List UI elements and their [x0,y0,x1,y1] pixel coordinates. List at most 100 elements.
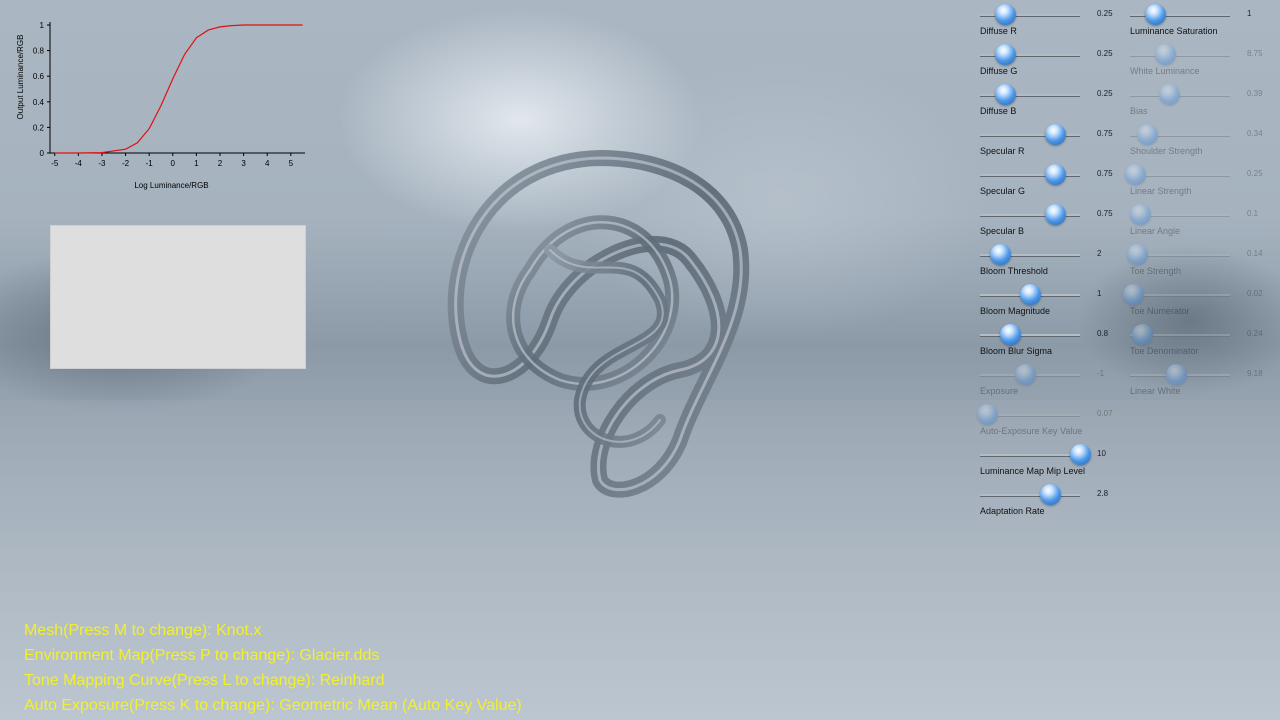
slider-label: Bias [1130,106,1148,116]
slider-thumb[interactable] [995,44,1016,65]
slider-thumb[interactable] [1000,324,1021,345]
slider-adaptation-rate[interactable]: 2.8 Adaptation Rate [980,482,1130,522]
slider-label: Linear Strength [1130,186,1192,196]
slider-linear-white[interactable]: 9.18 Linear White [1130,362,1280,402]
slider-track[interactable] [1130,94,1230,97]
tone-mapping-chart-svg: -5 -4 -3 -2 -1 0 1 2 3 4 5 0 0.2 0.4 0.6 0.8 1 Log Lumina… [16,21,305,190]
slider-thumb[interactable] [1045,204,1066,225]
slider-specular-g[interactable]: 0.75 Specular G [980,162,1130,202]
slider-value: 9.18 [1247,369,1263,378]
slider-thumb[interactable] [1040,484,1061,505]
slider-label: Bloom Blur Sigma [980,346,1053,356]
x-tick-label: 5 [289,159,294,168]
slider-linear-strength[interactable]: 0.25 Linear Strength [1125,162,1280,202]
x-tick-label: 0 [171,159,176,168]
slider-diffuse-r[interactable]: 0.25 Diffuse R [980,2,1130,42]
slider-thumb[interactable] [1123,284,1144,305]
slider-bloom-magnitude[interactable]: 1 Bloom Magnitude [980,282,1130,322]
slider-value: 0.14 [1247,249,1263,258]
slider-label: Diffuse G [980,66,1018,76]
x-tick-label: -1 [146,159,154,168]
slider-track[interactable] [1130,294,1230,297]
slider-thumb[interactable] [995,4,1016,25]
slider-label: Bloom Magnitude [980,306,1051,316]
slider-specular-b[interactable]: 0.75 Specular B [980,202,1130,242]
slider-thumb[interactable] [1070,444,1091,465]
slider-value: 0.25 [1097,9,1113,18]
slider-white-luminance[interactable]: 8.75 White Luminance [1130,42,1280,82]
slider-toe-denominator[interactable]: 0.24 Toe Denominator [1130,322,1280,362]
slider-value: 0.07 [1097,409,1113,418]
slider-thumb[interactable] [1125,164,1146,185]
slider-luminance-saturation[interactable]: 1 Luminance Saturation [1130,2,1280,42]
slider-linear-angle[interactable]: 0.1 Linear Angle [1130,202,1280,242]
x-tick-label: -4 [75,159,83,168]
slider-label: White Luminance [1130,66,1200,76]
slider-value: 1 [1097,289,1102,298]
slider-label: Bloom Threshold [980,266,1048,276]
slider-thumb[interactable] [1155,44,1176,65]
slider-value: 0.25 [1097,49,1113,58]
slider-thumb[interactable] [1159,84,1180,105]
slider-thumb[interactable] [1145,4,1166,25]
slider-thumb[interactable] [1137,124,1158,145]
slider-label: Luminance Saturation [1130,26,1218,36]
slider-label: Toe Numerator [1130,306,1190,316]
slider-shoulder-strength[interactable]: 0.34 Shoulder Strength [1130,122,1280,162]
slider-thumb[interactable] [995,84,1016,105]
slider-value: 0.25 [1097,89,1113,98]
slider-thumb[interactable] [1166,364,1187,385]
status-tone-mapping-curve: Tone Mapping Curve(Press L to change): R… [24,672,385,689]
slider-thumb[interactable] [1127,244,1148,265]
slider-thumb[interactable] [1132,324,1153,345]
y-axis-label: Output Luminance/RGB [16,35,25,120]
x-tick-label: 4 [265,159,270,168]
tone-curve-line [54,24,303,154]
slider-track[interactable] [980,334,1080,337]
slider-label: Specular B [980,226,1025,236]
slider-bias[interactable]: 0.39 Bias [1130,82,1280,122]
slider-thumb[interactable] [977,404,998,425]
slider-value: 0.39 [1247,89,1263,98]
slider-value: 0.75 [1097,209,1113,218]
y-tick-label: 0.2 [33,123,45,132]
slider-track[interactable] [1130,54,1230,57]
x-tick-label: -3 [98,159,106,168]
slider-label: Toe Denominator [1130,346,1199,356]
slider-value: 0.75 [1097,129,1113,138]
slider-exposure[interactable]: -1 Exposure [980,362,1130,402]
slider-toe-strength[interactable]: 0.14 Toe Strength [1127,242,1280,282]
slider-label: Diffuse R [980,26,1017,36]
slider-track[interactable] [980,454,1080,457]
slider-thumb[interactable] [990,244,1011,265]
status-environment-map: Environment Map(Press P to change): Glac… [24,647,380,664]
luminance-preview-panel [50,225,306,369]
tone-mapping-chart: -5 -4 -3 -2 -1 0 1 2 3 4 5 0 0.2 0.4 0.6 0.8 1 Log Lumina… [0,0,320,200]
slider-bloom-blur-sigma[interactable]: 0.8 Bloom Blur Sigma [980,322,1130,362]
slider-auto-exposure-key-value[interactable]: 0.07 Auto-Exposure Key Value [977,402,1130,442]
slider-value: 2.8 [1097,489,1109,498]
y-tick-label: 0 [40,149,45,158]
slider-thumb[interactable] [1045,124,1066,145]
status-auto-exposure: Auto Exposure(Press K to change): Geomet… [24,697,522,714]
slider-label: Linear Angle [1130,226,1181,236]
slider-thumb[interactable] [1045,164,1066,185]
slider-label: Linear White [1130,386,1181,396]
slider-luminance-map-mip-level[interactable]: 10 Luminance Map Mip Level [980,442,1130,482]
slider-label: Auto-Exposure Key Value [980,426,1083,436]
x-tick-label: -5 [51,159,59,168]
slider-thumb[interactable] [1015,364,1036,385]
slider-diffuse-b[interactable]: 0.25 Diffuse B [980,82,1130,122]
slider-label: Toe Strength [1130,266,1182,276]
slider-thumb[interactable] [1130,204,1151,225]
slider-toe-numerator[interactable]: 0.02 Toe Numerator [1123,282,1280,322]
slider-bloom-threshold[interactable]: 2 Bloom Threshold [980,242,1130,282]
slider-value: 0.34 [1247,129,1263,138]
slider-value: -1 [1097,369,1105,378]
slider-diffuse-g[interactable]: 0.25 Diffuse G [980,42,1130,82]
x-tick-label: 2 [218,159,223,168]
slider-value: 8.75 [1247,49,1263,58]
slider-thumb[interactable] [1020,284,1041,305]
slider-track[interactable] [980,494,1080,497]
slider-specular-r[interactable]: 0.75 Specular R [980,122,1130,162]
